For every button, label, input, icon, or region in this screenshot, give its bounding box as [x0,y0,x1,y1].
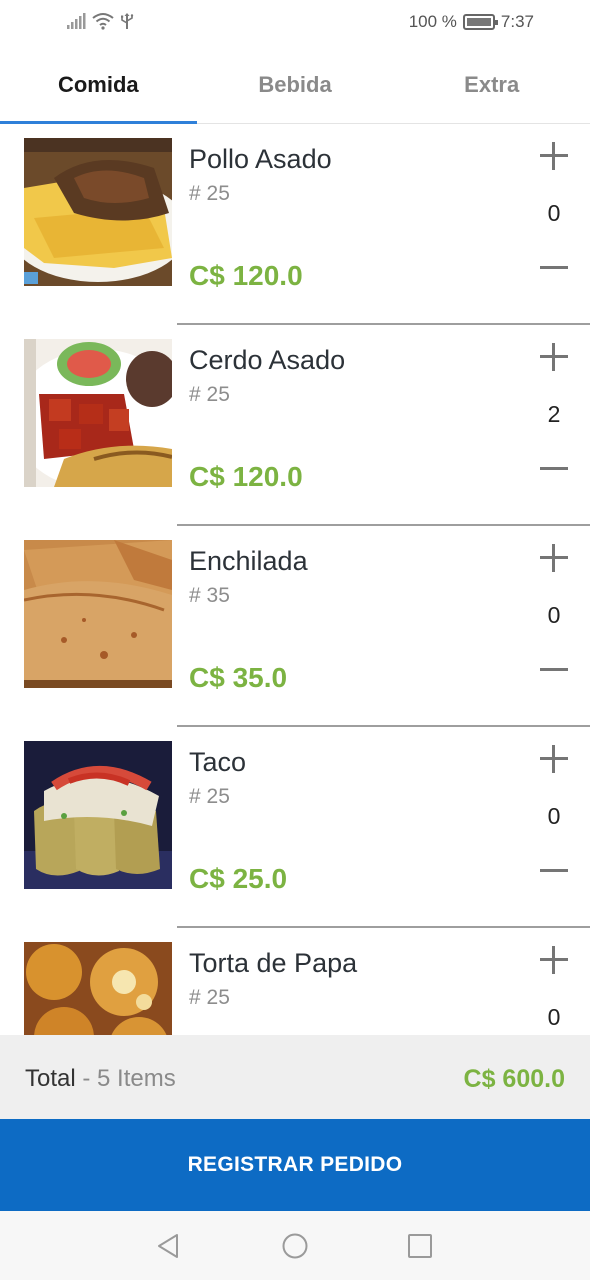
product-code: # 35 [189,584,230,607]
usb-icon [121,13,134,29]
minus-icon[interactable] [540,857,568,885]
category-tabs: Comida Bebida Extra [0,46,590,124]
quantity-value: 0 [547,1004,561,1030]
tab-bebida[interactable]: Bebida [197,46,394,123]
quantity-value: 0 [547,200,561,226]
product-image [24,339,172,487]
battery-icon [462,14,498,30]
minus-icon[interactable] [540,455,568,483]
product-name: Torta de Papa [189,948,358,978]
product-name: Enchilada [189,546,308,576]
quantity-value: 0 [547,803,561,829]
total-separator: - [75,1065,98,1092]
register-order-button[interactable]: REGISTRAR PEDIDO [0,1119,590,1211]
list-item: Taco # 25 C$ 25.0 0 [0,727,590,928]
plus-icon[interactable] [540,343,568,371]
list-item: Torta de Papa # 25 0 [0,928,590,1035]
product-price: C$ 25.0 [189,863,288,894]
total-amount: C$ 600.0 [463,1065,565,1093]
product-name: Taco [189,747,247,777]
home-icon[interactable] [281,1232,309,1260]
plus-icon[interactable] [540,745,568,773]
recents-icon[interactable] [406,1232,434,1260]
plus-icon[interactable] [540,142,568,170]
list-item: Pollo Asado # 25 C$ 120.0 0 [0,124,590,325]
product-code: # 25 [189,785,230,808]
items-count: 5 Items [97,1065,176,1092]
product-image [24,540,172,688]
signal-icon [67,13,86,29]
product-name: Cerdo Asado [189,345,346,375]
product-image [24,741,172,889]
product-price: C$ 120.0 [189,260,303,291]
product-list[interactable]: Pollo Asado # 25 C$ 120.0 0 Cerdo Asado … [0,124,590,1035]
list-item: Cerdo Asado # 25 C$ 120.0 2 [0,325,590,526]
tab-extra[interactable]: Extra [393,46,590,123]
quantity-value: 0 [547,602,561,628]
system-nav-bar [0,1211,590,1280]
status-icons-left [66,12,134,30]
product-price: C$ 120.0 [189,461,303,492]
product-image [24,138,172,286]
clock: 7:37 [500,12,534,31]
wifi-icon [92,13,114,30]
total-label: Total - 5 Items [25,1065,176,1093]
product-price: C$ 35.0 [189,662,288,693]
tab-comida[interactable]: Comida [0,46,197,124]
minus-icon[interactable] [540,656,568,684]
total-text: Total [25,1065,76,1092]
product-image [24,942,172,1035]
product-code: # 25 [189,182,230,205]
battery-percentage: 100 % [408,12,457,31]
plus-icon[interactable] [540,544,568,572]
minus-icon[interactable] [540,254,568,282]
status-icons-right: 100 % 7:37 [409,12,534,32]
list-item: Enchilada # 35 C$ 35.0 0 [0,526,590,727]
status-bar: 100 % 7:37 [0,0,590,46]
product-code: # 25 [189,986,230,1009]
quantity-value: 2 [547,401,561,427]
total-bar: Total - 5 Items C$ 600.0 [0,1035,590,1119]
plus-icon[interactable] [540,946,568,974]
product-name: Pollo Asado [189,144,332,174]
back-icon[interactable] [155,1232,183,1260]
product-code: # 25 [189,383,230,406]
